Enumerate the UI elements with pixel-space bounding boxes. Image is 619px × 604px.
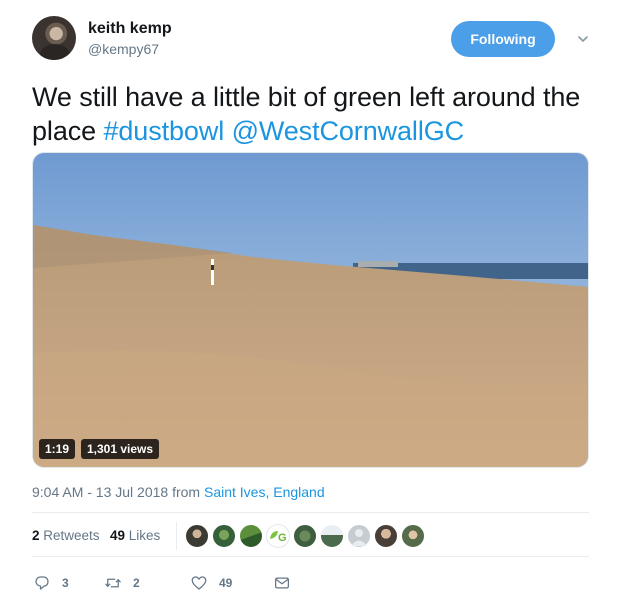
stats-separator: [176, 522, 177, 550]
location-link[interactable]: Saint Ives, England: [204, 484, 325, 500]
chevron-down-icon[interactable]: [577, 33, 589, 45]
tweet-text: We still have a little bit of green left…: [32, 80, 592, 148]
tweet-timestamp[interactable]: 9:04 AM - 13 Jul 2018 from: [32, 484, 204, 500]
tweet-card: keith kemp @kempy67 Following We still h…: [0, 0, 619, 604]
liker-avatar[interactable]: [374, 524, 398, 548]
retweet-count: 2: [133, 576, 140, 590]
reply-count: 3: [62, 576, 69, 590]
tweet-meta: 9:04 AM - 13 Jul 2018 from Saint Ives, E…: [32, 484, 325, 500]
likes-stat[interactable]: 49 Likes: [110, 528, 160, 543]
video-duration: 1:19: [39, 439, 76, 459]
user-name[interactable]: keith kemp: [88, 20, 172, 38]
liker-avatar[interactable]: [401, 524, 425, 548]
video-views: 1,301 views: [81, 439, 160, 459]
user-handle[interactable]: @kempy67: [88, 41, 159, 57]
divider: [32, 556, 589, 557]
like-count: 49: [219, 576, 233, 590]
leaf-logo-icon: G: [270, 531, 287, 544]
liker-avatar[interactable]: G: [266, 524, 290, 548]
likes-label: Likes: [128, 528, 161, 543]
avatar[interactable]: [32, 16, 76, 60]
hashtag-link[interactable]: #dustbowl: [103, 116, 224, 146]
liker-avatar[interactable]: [293, 524, 317, 548]
retweets-label: Retweets: [43, 528, 100, 543]
heart-icon: [191, 576, 207, 590]
envelope-icon: [274, 577, 290, 589]
retweet-button[interactable]: 2: [104, 573, 140, 593]
liker-avatar[interactable]: [239, 524, 263, 548]
mention-link[interactable]: @WestCornwallGC: [232, 116, 465, 146]
retweet-icon: [105, 578, 121, 588]
video-thumbnail: [33, 153, 588, 467]
likes-count: 49: [110, 528, 126, 543]
retweets-stat[interactable]: 2 Retweets: [32, 528, 100, 543]
svg-text:G: G: [278, 532, 287, 544]
liker-avatar-default[interactable]: [347, 524, 371, 548]
video-player[interactable]: 1:19 1,301 views: [32, 152, 589, 468]
divider: [32, 512, 589, 513]
retweets-count: 2: [32, 528, 40, 543]
liker-avatar[interactable]: [185, 524, 209, 548]
liker-avatar[interactable]: [212, 524, 236, 548]
liker-avatar[interactable]: [320, 524, 344, 548]
reply-icon: [35, 576, 49, 590]
following-button[interactable]: Following: [451, 21, 555, 57]
like-button[interactable]: 49: [190, 573, 232, 593]
reply-button[interactable]: 3: [33, 573, 69, 593]
default-user-icon: [351, 529, 367, 546]
direct-message-button[interactable]: [273, 573, 291, 593]
